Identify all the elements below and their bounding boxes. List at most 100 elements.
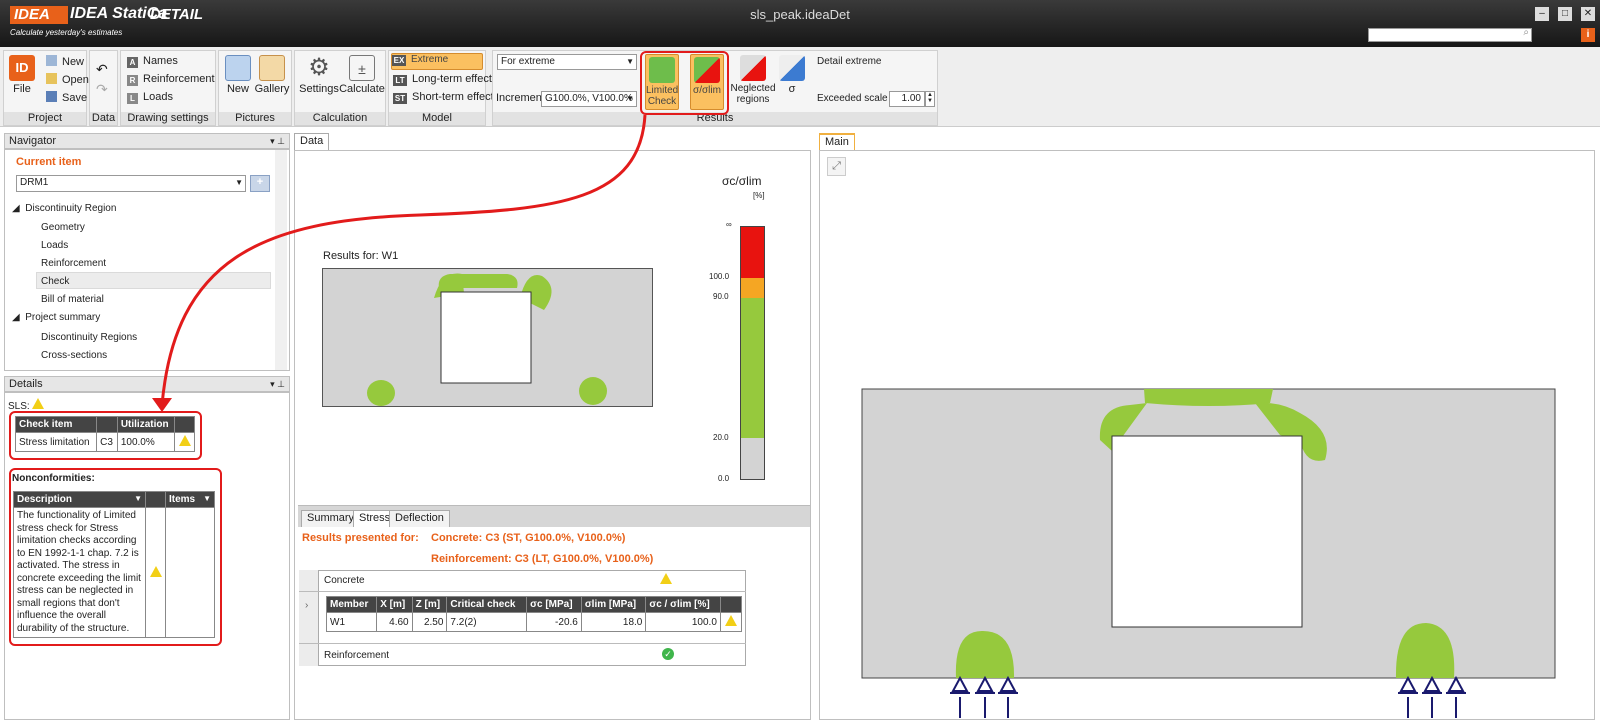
group-label-model: Model <box>389 112 485 125</box>
close-button[interactable]: ✕ <box>1581 7 1595 21</box>
reinforcement-toggle[interactable]: R Reinforcement <box>127 73 215 86</box>
cell-x: 4.60 <box>376 612 413 632</box>
legend-title: σc/σlim <box>722 174 762 188</box>
folder-icon <box>46 73 57 84</box>
tree-item-cross-sections[interactable]: Cross-sections <box>41 350 107 361</box>
tab-data[interactable]: Data <box>294 133 330 150</box>
info-icon[interactable]: i <box>1581 28 1595 42</box>
new-picture-button[interactable]: New <box>223 55 253 95</box>
product-name: DETAIL <box>150 6 204 23</box>
cell-status <box>719 612 743 632</box>
group-label-drawing: Drawing settings <box>121 112 215 125</box>
tree-item-check[interactable]: Check <box>41 276 69 287</box>
sigma-button[interactable]: σ <box>777 55 807 95</box>
reinforcement-group-label: Reinforcement <box>324 650 390 661</box>
tree-item-reinforcement[interactable]: Reinforcement <box>41 258 106 269</box>
tree-label: Discontinuity Region <box>25 203 117 214</box>
save-button[interactable]: Save <box>46 91 87 104</box>
table-row[interactable]: W1 4.60 2.50 7.2(2) -20.6 18.0 100.0 <box>325 612 743 632</box>
tree-item-project-summary[interactable]: ◢ Project summary <box>12 312 100 323</box>
increment-select[interactable]: G100.0%, V100.0% ▼ <box>541 91 637 107</box>
detail-extreme-label: Detail extreme <box>817 56 882 67</box>
main-model-view <box>861 388 1556 718</box>
details-header: Details ▾ ⊥ <box>4 376 290 392</box>
names-toggle[interactable]: A Names <box>127 55 178 68</box>
annotation-box-results-buttons <box>640 51 729 115</box>
ribbon-group-calculation: ⚙ Settings ± Calculate Calculation <box>294 50 386 126</box>
gallery-button[interactable]: Gallery <box>253 55 291 95</box>
minimize-button[interactable]: – <box>1535 7 1549 21</box>
tree-item-geometry[interactable]: Geometry <box>41 222 85 233</box>
reinforcement-icon: R <box>127 75 138 86</box>
tree-item-discontinuity-region[interactable]: ◢ Discontinuity Region <box>12 203 116 214</box>
ribbon-group-project: ID File New Open Save Project <box>3 50 89 126</box>
cell-sigma-c: -20.6 <box>526 612 582 632</box>
stress-region-top <box>1144 389 1273 406</box>
extreme-button[interactable]: EX Extreme <box>391 53 483 70</box>
sigma-icon <box>779 55 805 81</box>
tab-summary[interactable]: Summary <box>301 510 361 527</box>
file-button[interactable]: ID File <box>6 55 38 95</box>
tab-deflection[interactable]: Deflection <box>389 510 450 527</box>
chevron-down-icon: ▼ <box>235 178 243 187</box>
open-button[interactable]: Open <box>46 73 89 86</box>
shortterm-button[interactable]: ST Short-term effect <box>393 91 494 104</box>
sls-label: SLS: <box>8 398 45 412</box>
ribbon-group-pictures: New Gallery Pictures <box>218 50 292 126</box>
legend-green <box>741 298 764 438</box>
sigma-label: σ <box>788 83 796 95</box>
new-project-button[interactable]: New <box>46 55 84 68</box>
warning-icon <box>32 398 45 409</box>
settings-button[interactable]: ⚙ Settings <box>297 55 341 96</box>
ribbon-group-model: EX Extreme LT Long-term effect ST Short-ter… <box>388 50 494 126</box>
result-type-value: For extreme <box>501 56 555 67</box>
pin-icon[interactable]: ▾ ⊥ <box>270 134 285 148</box>
col-ratio: σc / σlim [%] <box>645 596 721 613</box>
expand-icon[interactable]: › <box>305 600 308 611</box>
pin-icon[interactable]: ▾ ⊥ <box>270 377 285 391</box>
tree-item-bill-of-material[interactable]: Bill of material <box>41 294 104 305</box>
longterm-button[interactable]: LT Long-term effect <box>393 73 492 86</box>
legend-bar <box>740 226 765 480</box>
new-picture-label: New <box>226 83 249 95</box>
exceeded-scale-label: Exceeded scale <box>817 93 888 104</box>
scale-spinner[interactable]: ▲ ▼ <box>925 91 935 107</box>
new-label: New <box>62 56 85 68</box>
tab-main[interactable]: Main <box>819 133 855 150</box>
undo-button[interactable]: ↶ <box>96 61 108 78</box>
maximize-button[interactable]: □ <box>1558 7 1572 21</box>
calculator-icon: ± <box>349 55 375 81</box>
opening <box>1111 435 1303 628</box>
col-sigma-lim: σlim [MPa] <box>580 596 647 613</box>
divider <box>299 643 746 644</box>
divider <box>299 591 746 592</box>
row-header-column <box>299 570 319 666</box>
current-item-select[interactable]: DRM1 ▼ <box>16 175 246 192</box>
stress-region-support-left <box>367 380 395 406</box>
calculate-button[interactable]: ± Calculate <box>339 55 385 95</box>
loads-toggle[interactable]: L Loads <box>127 91 173 104</box>
concrete-status <box>660 573 672 587</box>
annotation-box-nonconformities <box>9 468 222 646</box>
redo-button[interactable]: ↷ <box>96 81 108 98</box>
exceeded-scale-input[interactable]: 1.00 <box>889 91 925 107</box>
navigator-scrollbar[interactable] <box>275 150 287 370</box>
result-type-select[interactable]: For extreme ▼ <box>497 54 637 70</box>
extreme-icon: EX <box>392 55 406 66</box>
file-icon: ID <box>9 55 35 81</box>
increment-value: G100.0%, V100.0% <box>545 93 633 104</box>
tree-item-discontinuity-regions[interactable]: Discontinuity Regions <box>41 332 137 343</box>
cell-ratio: 100.0 <box>645 612 721 632</box>
tagline: Calculate yesterday's estimates <box>10 28 123 37</box>
add-item-button[interactable]: + <box>250 175 270 192</box>
tree-item-loads[interactable]: Loads <box>41 240 68 251</box>
neglected-regions-button[interactable]: Neglected regions <box>729 55 777 105</box>
fit-view-icon[interactable]: ⤢ <box>827 157 846 176</box>
loads-icon: L <box>127 93 138 104</box>
group-label-pictures: Pictures <box>219 112 291 125</box>
search-input[interactable]: ⌕ <box>1368 27 1532 42</box>
legend-tick: 100.0 <box>709 272 730 281</box>
gallery-icon <box>259 55 285 81</box>
legend-unit: [%] <box>753 191 765 200</box>
idea-logo: IDEA <box>10 6 68 24</box>
